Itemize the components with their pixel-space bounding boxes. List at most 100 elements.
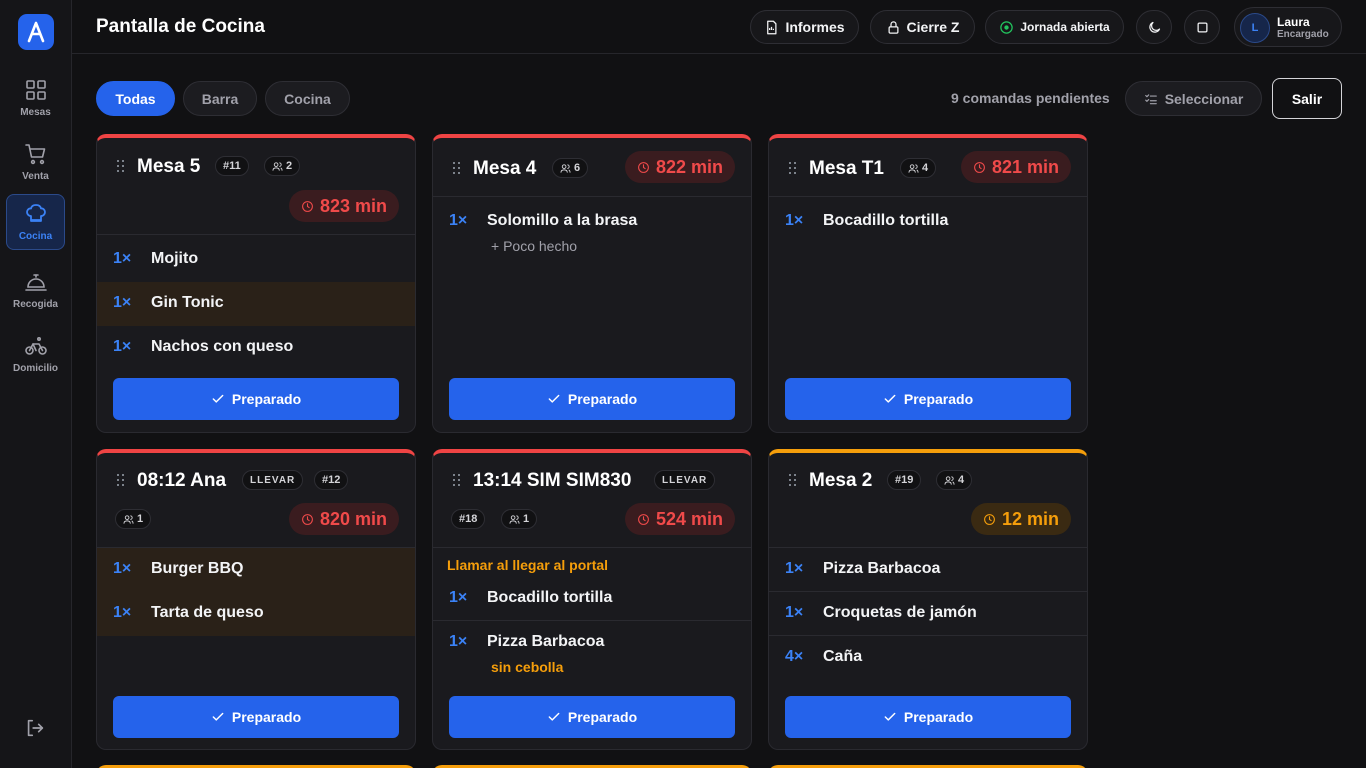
order-title: 08:12 Ana: [137, 470, 227, 491]
guests-count: 2: [286, 160, 293, 172]
order-title: Mesa 4: [473, 158, 537, 179]
fullscreen-button[interactable]: [1184, 10, 1220, 44]
bell-icon: [24, 274, 47, 291]
tab-barra[interactable]: Barra: [183, 81, 257, 116]
takeaway-badge: LLEVAR: [654, 470, 716, 490]
sidebar-item-mesas[interactable]: Mesas: [6, 70, 65, 126]
order-title: 13:14 SIM SIM830: [473, 470, 632, 491]
exit-button[interactable]: Salir: [1272, 78, 1342, 119]
users-icon: [509, 514, 520, 524]
mark-prepared-button[interactable]: Preparado: [449, 378, 735, 420]
users-icon: [560, 163, 571, 173]
tab-todas[interactable]: Todas: [96, 81, 175, 116]
select-label: Seleccionar: [1164, 90, 1244, 107]
elapsed-timer: 524 min: [624, 503, 735, 535]
drag-handle-icon[interactable]: [789, 162, 797, 174]
sidebar-item-venta[interactable]: Venta: [6, 134, 65, 190]
order-title: Mesa 2: [809, 470, 873, 491]
sidebar-item-cocina[interactable]: Cocina: [6, 194, 65, 250]
theme-toggle-button[interactable]: [1136, 10, 1172, 44]
mark-prepared-button[interactable]: Preparado: [785, 696, 1071, 738]
order-item[interactable]: 1× Tarta de queso: [97, 592, 415, 636]
order-title: Mesa 5: [137, 156, 201, 177]
order-item[interactable]: 4× Caña: [769, 636, 1087, 680]
sidebar-item-label: Domicilio: [12, 363, 58, 374]
order-card-header: Mesa 4 6 822 min: [433, 138, 751, 197]
order-item[interactable]: 1× Bocadillo tortilla: [769, 200, 1087, 244]
elapsed-time: 12 min: [1001, 508, 1059, 529]
users-icon: [944, 475, 955, 485]
order-item[interactable]: 1× Burger BBQ: [97, 548, 415, 592]
item-qty: 1×: [449, 589, 468, 606]
users-icon: [123, 514, 134, 524]
order-item[interactable]: 1× Gin Tonic: [97, 282, 415, 326]
item-name: Solomillo a la brasa: [487, 212, 638, 229]
order-item[interactable]: 1× Pizza Barbacoa sin cebolla: [433, 621, 751, 681]
item-modifier: + Poco hecho: [491, 238, 578, 254]
elapsed-time: 820 min: [319, 508, 387, 529]
drag-handle-icon[interactable]: [117, 160, 125, 172]
user-menu[interactable]: L Laura Encargado: [1234, 7, 1342, 47]
item-qty: 1×: [785, 212, 804, 229]
moon-icon: [1148, 21, 1160, 33]
sidebar-item-label: Cocina: [18, 231, 53, 242]
mark-prepared-button[interactable]: Preparado: [113, 378, 399, 420]
select-button[interactable]: Seleccionar: [1125, 81, 1262, 116]
guests-badge: 4: [900, 158, 937, 178]
check-icon: [548, 394, 560, 403]
order-number-badge: #12: [314, 470, 349, 490]
order-item[interactable]: 1× Solomillo a la brasa + Poco hecho: [433, 200, 751, 260]
elapsed-timer: 821 min: [960, 151, 1071, 183]
prepared-label: Preparado: [231, 391, 302, 407]
prepared-label: Preparado: [231, 709, 302, 725]
order-item[interactable]: 1× Mojito: [97, 238, 415, 282]
users-icon: [272, 161, 283, 171]
logout-icon[interactable]: [24, 717, 46, 739]
item-qty: 1×: [449, 633, 468, 650]
shift-status-icon: [1000, 20, 1014, 34]
user-name: Laura: [1277, 15, 1310, 29]
drag-handle-icon[interactable]: [453, 162, 461, 174]
drag-handle-icon[interactable]: [453, 474, 461, 486]
order-item[interactable]: 1× Bocadillo tortilla: [433, 577, 751, 621]
order-number-badge: #19: [887, 470, 922, 490]
order-item[interactable]: 1× Pizza Barbacoa: [769, 548, 1087, 592]
close-z-button[interactable]: Cierre Z: [870, 10, 975, 44]
order-number: #18: [459, 513, 478, 525]
item-qty: 1×: [113, 250, 132, 267]
app-logo[interactable]: [18, 14, 54, 50]
mark-prepared-button[interactable]: Preparado: [449, 696, 735, 738]
item-name: Tarta de queso: [151, 604, 264, 621]
drag-handle-icon[interactable]: [117, 474, 125, 486]
order-card: Mesa 4 6 822 min 1× Solomillo a la brasa…: [432, 134, 752, 433]
mark-prepared-button[interactable]: Preparado: [785, 378, 1071, 420]
shift-status-button[interactable]: Jornada abierta: [985, 10, 1124, 44]
item-name: Mojito: [151, 250, 199, 267]
sidebar-item-recogida[interactable]: Recogida: [6, 262, 65, 318]
item-qty: 4×: [785, 648, 804, 665]
top-header: Pantalla de Cocina Informes Cierre Z Jor…: [72, 0, 1366, 54]
sidebar-item-domicilio[interactable]: Domicilio: [6, 326, 65, 382]
order-card: Mesa 2 #19 4 12 min 1× Pizza Barbacoa 1× C…: [768, 449, 1088, 750]
order-card-header: Mesa 5 #11 2 823 min: [97, 138, 415, 235]
prepared-label: Preparado: [903, 709, 974, 725]
guests-badge: 2: [264, 156, 301, 176]
tab-cocina[interactable]: Cocina: [265, 81, 350, 116]
order-item[interactable]: 1× Croquetas de jamón: [769, 592, 1087, 636]
cart-icon: [24, 144, 45, 165]
order-item[interactable]: 1× Nachos con queso: [97, 326, 415, 370]
guests-count: 4: [958, 474, 965, 486]
guests-badge: 6: [552, 158, 589, 178]
chef-hat-icon: [25, 204, 46, 222]
elapsed-time: 524 min: [655, 508, 723, 529]
reports-button[interactable]: Informes: [750, 10, 859, 44]
drag-handle-icon[interactable]: [789, 474, 797, 486]
order-number: #19: [895, 474, 914, 486]
item-name: Burger BBQ: [151, 560, 244, 577]
page-title: Pantalla de Cocina: [96, 16, 265, 37]
grid-icon: [25, 80, 46, 100]
mark-prepared-button[interactable]: Preparado: [113, 696, 399, 738]
order-note: Llamar al llegar al portal: [447, 557, 609, 573]
item-name: Bocadillo tortilla: [487, 589, 613, 606]
item-qty: 1×: [785, 560, 804, 577]
